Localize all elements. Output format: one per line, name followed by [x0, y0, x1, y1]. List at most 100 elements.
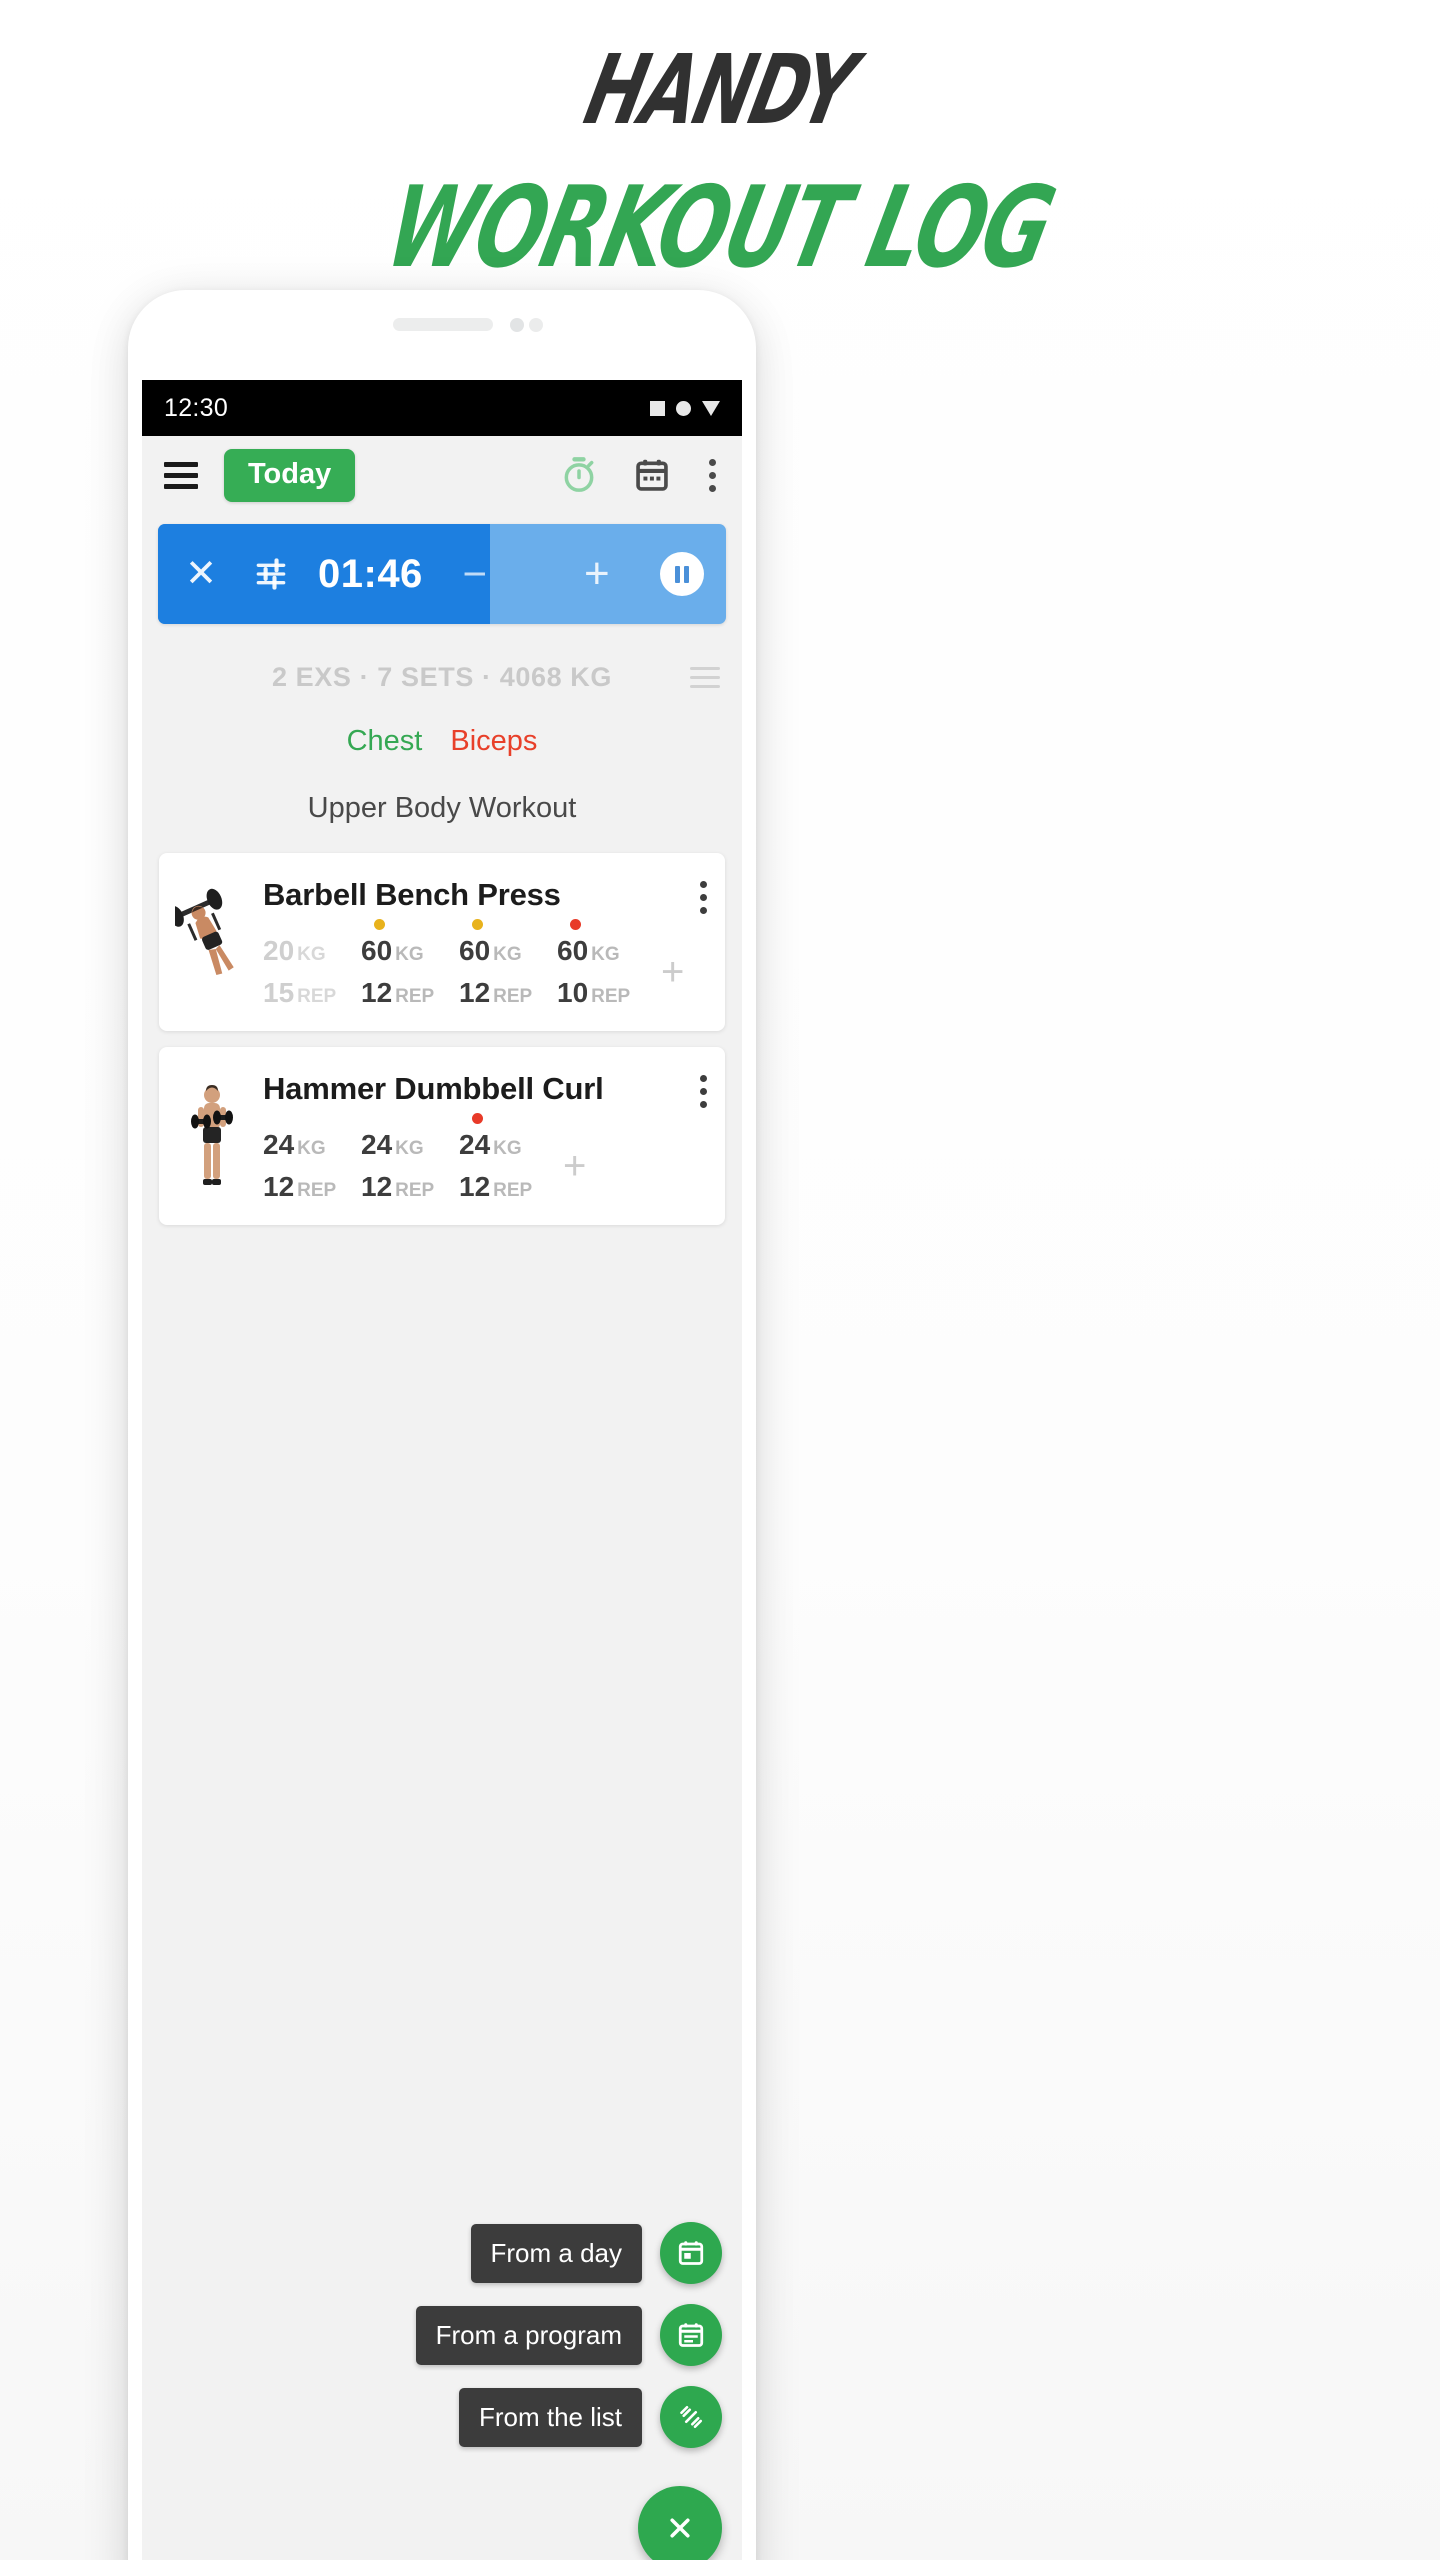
set-item[interactable]: 20 KG 15 REP: [263, 935, 337, 1009]
set-item[interactable]: 60 KG 12 REP: [361, 919, 435, 1009]
today-button[interactable]: Today: [224, 448, 356, 502]
set-reps-unit: REP: [297, 986, 337, 1007]
muscle-tag-chest: Chest: [346, 725, 423, 757]
set-reps-value: 12: [459, 1171, 491, 1202]
add-set-button[interactable]: +: [661, 952, 684, 992]
dumbbell-icon[interactable]: [660, 2386, 722, 2448]
set-reps-value: 12: [459, 977, 491, 1008]
set-reps-unit: REP: [493, 1180, 533, 1201]
status-bar: 12:30: [142, 380, 742, 436]
promo-title-workout-log: WORKOUT LOG: [375, 163, 1065, 293]
square-icon: [650, 400, 665, 416]
speed-dial-label[interactable]: From the list: [458, 2387, 642, 2447]
set-reps: 12 REP: [361, 1171, 435, 1203]
phone-screen: 12:30 Today ✕ 01:46 − + 2 EXS · 7 SETS ·…: [142, 380, 742, 2560]
set-weight: 20 KG: [263, 935, 337, 967]
speed-dial-item-from-a-day[interactable]: From a day: [470, 2222, 722, 2284]
timer-increase-button[interactable]: +: [545, 551, 649, 595]
set-intensity-dot: [472, 919, 483, 930]
set-weight-unit: KG: [297, 1138, 326, 1159]
speed-dial-item-from-a-program[interactable]: From a program: [415, 2304, 722, 2366]
exercise-name: Hammer Dumbbell Curl: [263, 1071, 604, 1106]
promo-title-handy: HANDY: [575, 34, 865, 146]
muscle-tag-biceps: Biceps: [450, 725, 538, 757]
reorder-lines-icon[interactable]: [690, 667, 720, 688]
set-weight: 24 KG: [459, 1129, 533, 1161]
set-item[interactable]: 24 KG 12 REP: [361, 1129, 435, 1203]
set-reps-unit: REP: [395, 986, 435, 1007]
set-reps: 12 REP: [459, 1171, 533, 1203]
set-weight-unit: KG: [395, 944, 424, 965]
set-list: 20 KG 15 REP 60 KG 12 REP 60 KG 12 REP 6…: [263, 919, 709, 1009]
set-reps: 12 REP: [361, 977, 435, 1009]
app-bar: Today: [142, 436, 742, 514]
timer-decrease-button[interactable]: −: [423, 553, 527, 595]
add-set-button[interactable]: +: [563, 1146, 586, 1186]
set-list: 24 KG 12 REP 24 KG 12 REP 24 KG 12 REP +: [263, 1113, 709, 1203]
exercise-card[interactable]: Hammer Dumbbell Curl 24 KG 12 REP 24 KG …: [159, 1047, 725, 1225]
speed-dial-close-button[interactable]: [638, 2486, 722, 2560]
set-intensity-dot: [472, 1113, 483, 1124]
set-reps: 10 REP: [557, 977, 631, 1009]
status-bar-icons: [650, 400, 720, 416]
phone-camera-primary: [510, 318, 524, 332]
calendar-icon[interactable]: [633, 456, 671, 494]
exercise-overflow-icon[interactable]: [700, 1075, 707, 1108]
timer-close-icon[interactable]: ✕: [164, 555, 238, 593]
set-item[interactable]: 60 KG 12 REP: [459, 919, 533, 1009]
hamburger-menu-icon[interactable]: [164, 461, 198, 489]
workout-title: Upper Body Workout: [307, 792, 577, 824]
set-weight-unit: KG: [493, 944, 522, 965]
set-intensity-dot: [570, 919, 581, 930]
set-reps-value: 12: [263, 1171, 295, 1202]
muscle-group-tags: Chest Biceps: [142, 725, 742, 758]
program-list-icon[interactable]: [660, 2304, 722, 2366]
exercise-overflow-icon[interactable]: [700, 881, 707, 914]
set-reps: 12 REP: [459, 977, 533, 1009]
rest-timer-bar[interactable]: ✕ 01:46 − +: [158, 524, 726, 624]
set-weight-value: 24: [361, 1129, 393, 1160]
set-reps-unit: REP: [395, 1180, 435, 1201]
set-reps-unit: REP: [591, 986, 631, 1007]
exercise-card[interactable]: Barbell Bench Press 20 KG 15 REP 60 KG 1…: [159, 853, 725, 1031]
set-weight: 60 KG: [361, 935, 435, 967]
promo-header: HANDY WORKOUT LOG: [0, 0, 1440, 293]
circle-icon: [676, 400, 691, 416]
speed-dial-item-from-the-list[interactable]: From the list: [458, 2386, 722, 2448]
speed-dial-label[interactable]: From a program: [415, 2305, 642, 2365]
set-weight-value: 60: [361, 935, 393, 966]
set-weight-value: 24: [263, 1129, 295, 1160]
set-weight-value: 24: [459, 1129, 491, 1160]
bench-press-figure: [173, 871, 251, 1009]
timer-pause-button[interactable]: [660, 552, 704, 596]
set-reps: 12 REP: [263, 1171, 337, 1203]
set-weight-unit: KG: [297, 944, 326, 965]
set-reps-value: 15: [263, 977, 295, 1008]
kebab-menu-icon[interactable]: [709, 458, 716, 492]
set-weight-value: 60: [459, 935, 491, 966]
calendar-day-icon[interactable]: [660, 2222, 722, 2284]
timer-elapsed-value: 01:46: [318, 551, 423, 596]
set-reps-unit: REP: [297, 1180, 337, 1201]
set-item[interactable]: 60 KG 10 REP: [557, 919, 631, 1009]
speed-dial-label[interactable]: From a day: [470, 2223, 642, 2283]
set-weight-unit: KG: [493, 1138, 522, 1159]
set-reps-unit: REP: [493, 986, 533, 1007]
workout-stats-text: 2 EXS · 7 SETS · 4068 KG: [271, 662, 613, 692]
triangle-down-icon: [702, 400, 720, 416]
set-weight: 60 KG: [459, 935, 533, 967]
set-weight-value: 60: [557, 935, 589, 966]
exercise-list: Barbell Bench Press 20 KG 15 REP 60 KG 1…: [142, 853, 742, 1225]
exercise-name: Barbell Bench Press: [263, 877, 561, 912]
set-item[interactable]: 24 KG 12 REP: [263, 1129, 337, 1203]
set-weight: 24 KG: [361, 1129, 435, 1161]
set-reps-value: 12: [361, 1171, 393, 1202]
set-reps: 15 REP: [263, 977, 337, 1009]
phone-mockup: 12:30 Today ✕ 01:46 − + 2 EXS · 7 SETS ·…: [128, 290, 756, 2560]
speed-dial-menu: From a day From a program From the list: [415, 2222, 722, 2560]
workout-summary: 2 EXS · 7 SETS · 4068 KG: [142, 662, 742, 693]
stopwatch-icon[interactable]: [559, 455, 599, 495]
timer-settings-sliders-icon[interactable]: [238, 555, 304, 593]
set-weight-value: 20: [263, 935, 295, 966]
set-item[interactable]: 24 KG 12 REP: [459, 1113, 533, 1203]
